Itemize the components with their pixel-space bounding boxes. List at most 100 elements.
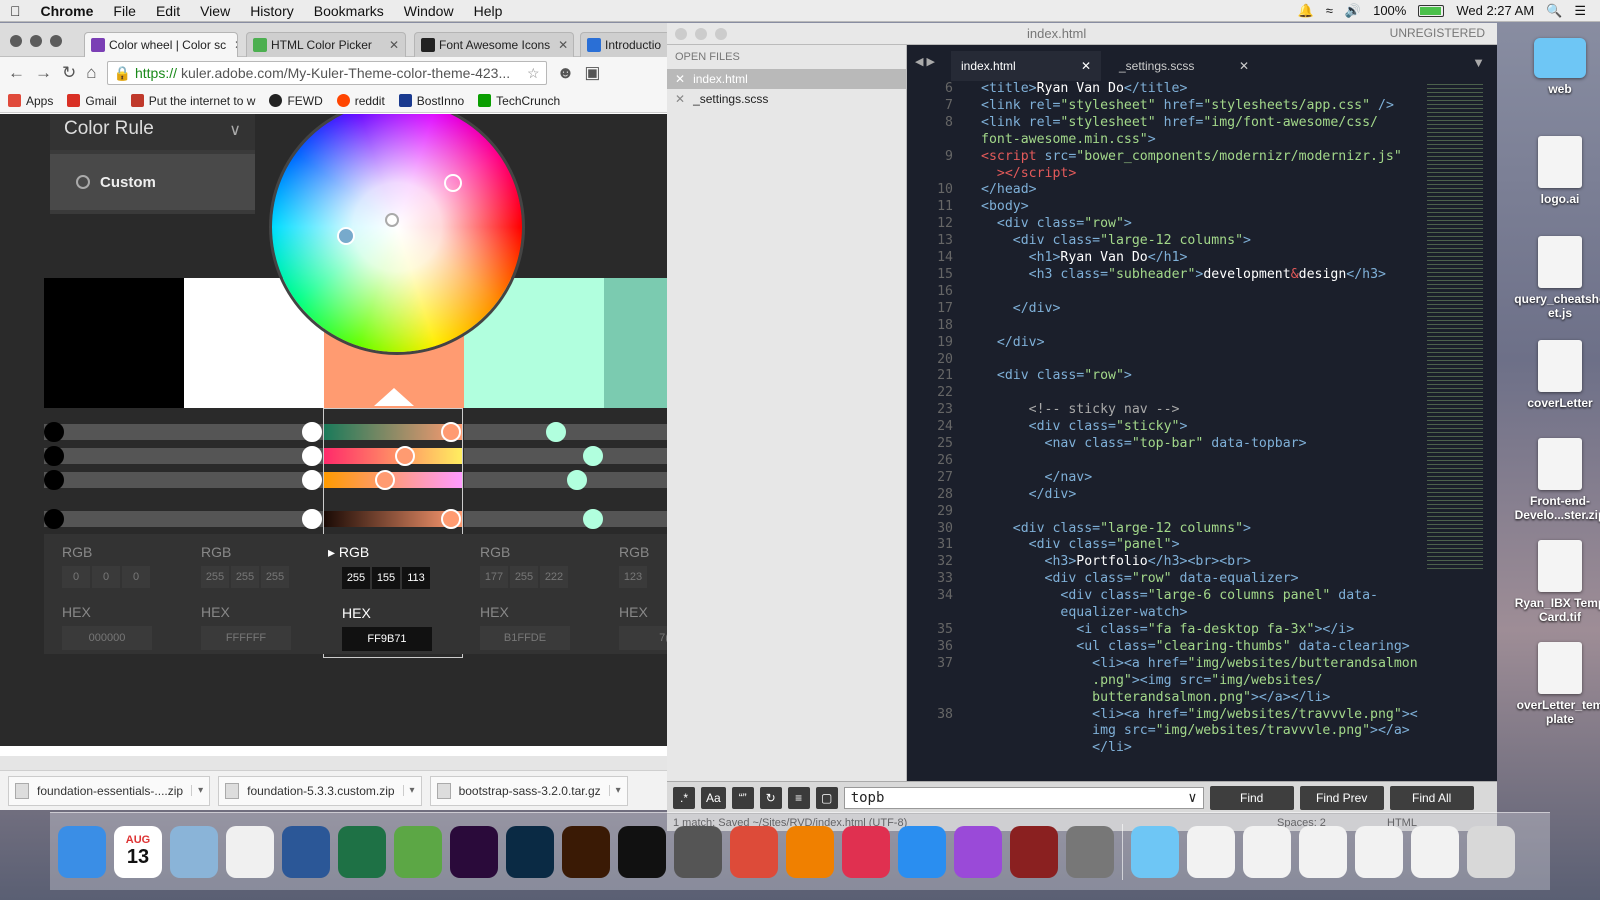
slider-knob[interactable] [567,470,587,490]
rgb-r-field[interactable]: 0 [62,566,90,588]
open-file-settings[interactable]: ✕ _settings.scss [667,89,906,109]
tab-close-icon[interactable]: ✕ [385,38,399,52]
cast-icon[interactable]: ▣ [584,63,600,83]
tab-font-awesome[interactable]: Font Awesome Icons ✕ [414,32,574,57]
tab-close-icon[interactable]: ✕ [230,38,237,52]
rgb-r-field[interactable]: 123 [619,566,647,588]
slider-track-green[interactable] [324,448,462,464]
slider-knob[interactable] [44,509,64,529]
hex-field[interactable]: B1FFDE [480,626,570,650]
dock-finder-icon[interactable] [58,825,106,878]
close-icon[interactable]: ✕ [675,92,685,106]
slider-track[interactable] [44,472,324,488]
slider-track[interactable] [44,511,324,527]
bookmark-techcrunch[interactable]: TechCrunch [478,94,560,108]
dock-word-icon[interactable] [282,825,330,878]
rgb-g-field[interactable]: 0 [92,566,120,588]
hex-field[interactable]: FF9B71 [342,627,432,651]
wheel-handle-primary[interactable] [444,174,462,192]
bookmark-bostinno[interactable]: BostInno [398,94,464,108]
slider-knob[interactable] [302,509,322,529]
bookmark-reddit[interactable]: reddit [336,94,385,108]
whole-word-toggle-icon[interactable]: “” [731,786,754,809]
dock-app-store-icon[interactable] [898,825,946,878]
in-selection-toggle-icon[interactable]: ≡ [787,786,810,809]
wheel-handle-secondary[interactable] [337,227,355,245]
dock-sublime-icon[interactable] [674,825,722,878]
regex-toggle-icon[interactable]: .* [673,786,695,809]
tab-nav-arrows-icon[interactable]: ◀ ▶ [915,55,935,68]
apple-menu-icon[interactable]:  [0,3,31,19]
tab-html-color-picker[interactable]: HTML Color Picker ✕ [246,32,406,57]
rgb-b-field[interactable]: 113 [402,567,430,589]
code-editor[interactable]: 6 7 8 9 10 11 12 13 14 15 16 17 18 19 20… [907,81,1497,771]
dock-document-icon[interactable] [1411,825,1459,878]
editor-tab-index[interactable]: index.html ✕ [951,51,1101,81]
chevron-down-icon[interactable]: ∨ [1188,790,1196,806]
slider-knob[interactable] [583,509,603,529]
download-item[interactable]: foundation-5.3.3.custom.zip ▾ [218,775,422,806]
dock-chrome-icon[interactable] [730,825,778,878]
back-arrow-icon[interactable]: ← [8,63,25,83]
slider-knob[interactable] [44,422,64,442]
dropdown-arrow-icon[interactable]: ▾ [191,785,203,796]
dropdown-arrow-icon[interactable]: ▾ [402,785,415,796]
download-item[interactable]: foundation-essentials-....zip ▾ [8,775,211,806]
code-minimap[interactable] [1427,81,1483,571]
desktop-icon-coverletter[interactable]: coverLetter [1510,340,1600,410]
tab-introduction[interactable]: Introductio [580,32,667,57]
hex-field[interactable]: 000000 [62,626,152,650]
desktop-icon-web[interactable]: web [1510,38,1600,96]
desktop-icon-logo-ai[interactable]: logo.ai [1510,136,1600,206]
address-bar[interactable]: 🔒 https://kuler.adobe.com/My-Kuler-Theme… [106,61,547,85]
slider-knob[interactable] [441,509,461,529]
menu-file[interactable]: File [103,3,146,19]
bookmark-apps[interactable]: Apps [8,94,53,108]
slider-knob[interactable] [302,446,322,466]
menu-app[interactable]: Chrome [31,3,104,19]
volume-icon[interactable]: 🔊 [1345,3,1361,19]
window-close-button[interactable] [675,28,687,40]
wifi-icon[interactable]: ≈ [1326,3,1333,18]
slider-track[interactable] [464,472,667,488]
slider-knob[interactable] [546,422,566,442]
dock-dictionary-icon[interactable] [1010,825,1058,878]
highlight-matches-toggle-icon[interactable]: ▢ [815,786,838,809]
menu-window[interactable]: Window [394,3,464,19]
notification-bell-icon[interactable]: 🔔 [1298,3,1314,19]
extension-icon[interactable]: ☻ [557,63,575,83]
dock-vlc-icon[interactable] [786,825,834,878]
rgb-b-field[interactable]: 0 [122,566,150,588]
menu-edit[interactable]: Edit [146,3,190,19]
dock-document-icon[interactable] [1187,825,1235,878]
find-button[interactable]: Find [1209,785,1294,810]
tab-overflow-icon[interactable]: ▼ [1472,55,1485,70]
hex-field[interactable]: 7( [619,626,667,650]
rgb-r-field[interactable]: 177 [480,566,508,588]
rgb-r-field[interactable]: 255 [342,567,370,589]
slider-knob[interactable] [395,446,415,466]
slider-knob[interactable] [583,446,603,466]
editor-tab-settings[interactable]: _settings.scss ✕ [1109,51,1259,81]
battery-icon[interactable] [1418,4,1445,17]
slider-knob[interactable] [44,446,64,466]
window-zoom-button[interactable] [715,28,727,40]
menu-view[interactable]: View [190,3,240,19]
dock-document-icon[interactable] [1243,825,1291,878]
spotlight-search-icon[interactable]: 🔍 [1546,3,1562,19]
slider-track[interactable] [44,448,324,464]
desktop-icon-ryan-ibx[interactable]: Ryan_IBX Temp Card.tif [1510,540,1600,624]
menu-bookmarks[interactable]: Bookmarks [304,3,394,19]
bookmark-put-internet[interactable]: Put the internet to w [130,94,255,108]
wheel-center-handle[interactable] [385,213,399,227]
tab-close-icon[interactable]: ✕ [554,38,568,52]
bookmark-gmail[interactable]: Gmail [67,94,117,108]
notification-center-icon[interactable]: ☰ [1574,3,1586,19]
chevron-down-icon[interactable]: ∨ [229,120,241,140]
dock-textedit-icon[interactable] [226,825,274,878]
close-icon[interactable]: ✕ [675,72,685,86]
code-lines[interactable]: <title>Ryan Van Do</title> <link rel="st… [981,81,1418,771]
tab-kuler[interactable]: Color wheel | Color sc ✕ [84,32,238,57]
clock[interactable]: Wed 2:27 AM [1456,3,1534,18]
dock-terminal-icon[interactable] [618,825,666,878]
